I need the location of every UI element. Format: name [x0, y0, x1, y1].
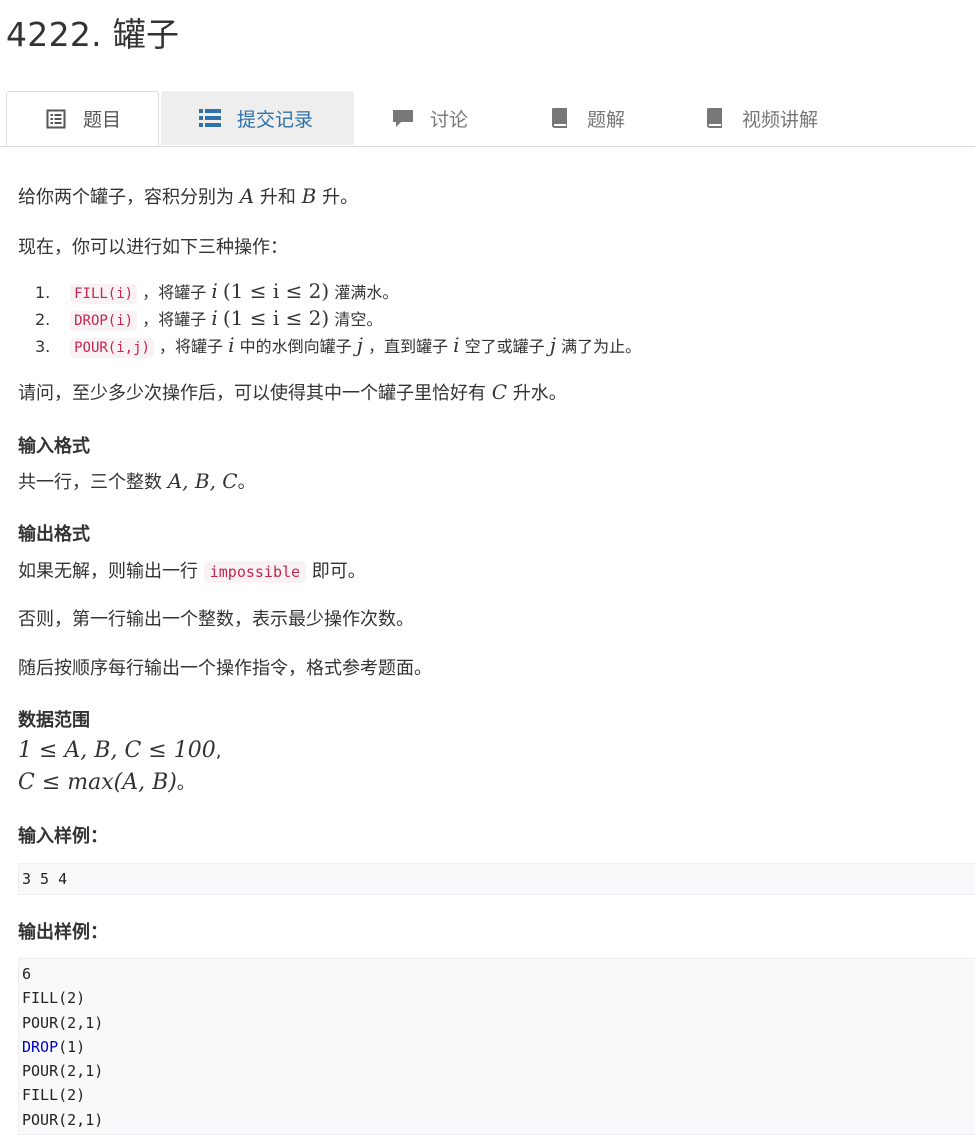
list-item: 2. DROP(i) ，将罐子 i (1 ≤ i ≤ 2) 清空。	[35, 306, 383, 331]
tab-label: 题目	[83, 109, 122, 131]
inline-code: FILL(i)	[70, 284, 138, 304]
keyword: DROP	[22, 1037, 59, 1056]
tab-video-solutions[interactable]: 视频讲解	[666, 91, 866, 145]
output-line: POUR(2,1)	[22, 1013, 104, 1032]
inline-code: DROP(i)	[70, 311, 138, 331]
output-format-heading: 输出格式	[18, 524, 90, 545]
sample-input-heading: 输入样例：	[18, 826, 108, 847]
comment-icon	[392, 107, 414, 129]
output-format-line1: 如果无解，则输出一行 impossible 即可。	[18, 561, 366, 583]
book-icon	[704, 107, 726, 129]
sample-output-block[interactable]: 6 FILL(2) POUR(2,1) DROP(1) POUR(2,1) FILL(2)…	[18, 958, 975, 1135]
operations-list: 1. FILL(i) ，将罐子 i (1 ≤ i ≤ 2) 灌满水。 2. DR…	[18, 280, 641, 361]
tab-submissions[interactable]: 提交记录	[161, 91, 354, 145]
inline-code: POUR(i,j)	[70, 338, 154, 358]
tab-discussion[interactable]: 讨论	[354, 91, 504, 145]
constraint-line: 1 ≤ A, B, C ≤ 100,	[18, 738, 222, 763]
problem-title: 4222. 罐子	[6, 15, 180, 54]
tab-label: 提交记录	[237, 108, 314, 131]
constraint-line: C ≤ max(A, B)。	[18, 770, 195, 795]
question-paragraph: 请问，至少多少次操作后，可以使得其中一个罐子里恰好有 C 升水。	[18, 380, 567, 404]
output-line: FILL(2)	[22, 989, 86, 1008]
inline-code: impossible	[203, 561, 307, 583]
problem-tabs: 题目 提交记录 讨论 题解 视频讲解	[0, 91, 975, 147]
input-format-text: 共一行，三个整数 A, B, C。	[18, 469, 256, 493]
tab-label: 讨论	[430, 108, 469, 131]
list-item: 1. FILL(i) ，将罐子 i (1 ≤ i ≤ 2) 灌满水。	[35, 279, 399, 304]
math-var: B	[301, 184, 317, 208]
output-line: POUR(2,1)	[22, 1062, 104, 1081]
constraints-heading: 数据范围	[18, 710, 90, 731]
output-line: POUR(2,1)	[22, 1110, 104, 1129]
sample-output-heading: 输出样例：	[18, 922, 108, 943]
list-icon	[199, 107, 221, 129]
tab-description[interactable]: 题目	[6, 91, 159, 146]
output-format-line3: 随后按顺序每行输出一个操作指令，格式参考题面。	[18, 658, 432, 679]
output-line: 6	[22, 965, 32, 983]
sample-input-block[interactable]: 3 5 4	[18, 863, 975, 895]
book-icon	[549, 107, 571, 129]
output-format-line2: 否则，第一行输出一个整数，表示最少操作次数。	[18, 609, 414, 630]
tab-label: 视频讲解	[742, 108, 819, 131]
ops-intro: 现在，你可以进行如下三种操作：	[18, 237, 288, 258]
output-line: DROP(1)	[22, 1037, 86, 1056]
intro-paragraph: 给你两个罐子，容积分别为 A 升和 B 升。	[18, 184, 359, 208]
math-var: C	[491, 380, 508, 404]
tab-solutions[interactable]: 题解	[511, 91, 661, 145]
list-item: 3. POUR(i,j) ，将罐子 i 中的水倒向罐子 j ，直到罐子 i 空了…	[35, 333, 642, 358]
output-line: FILL(2)	[22, 1086, 86, 1105]
math-var: A	[239, 184, 255, 208]
input-format-heading: 输入格式	[18, 436, 90, 457]
tab-label: 题解	[587, 108, 626, 131]
list-alt-icon	[45, 108, 67, 130]
